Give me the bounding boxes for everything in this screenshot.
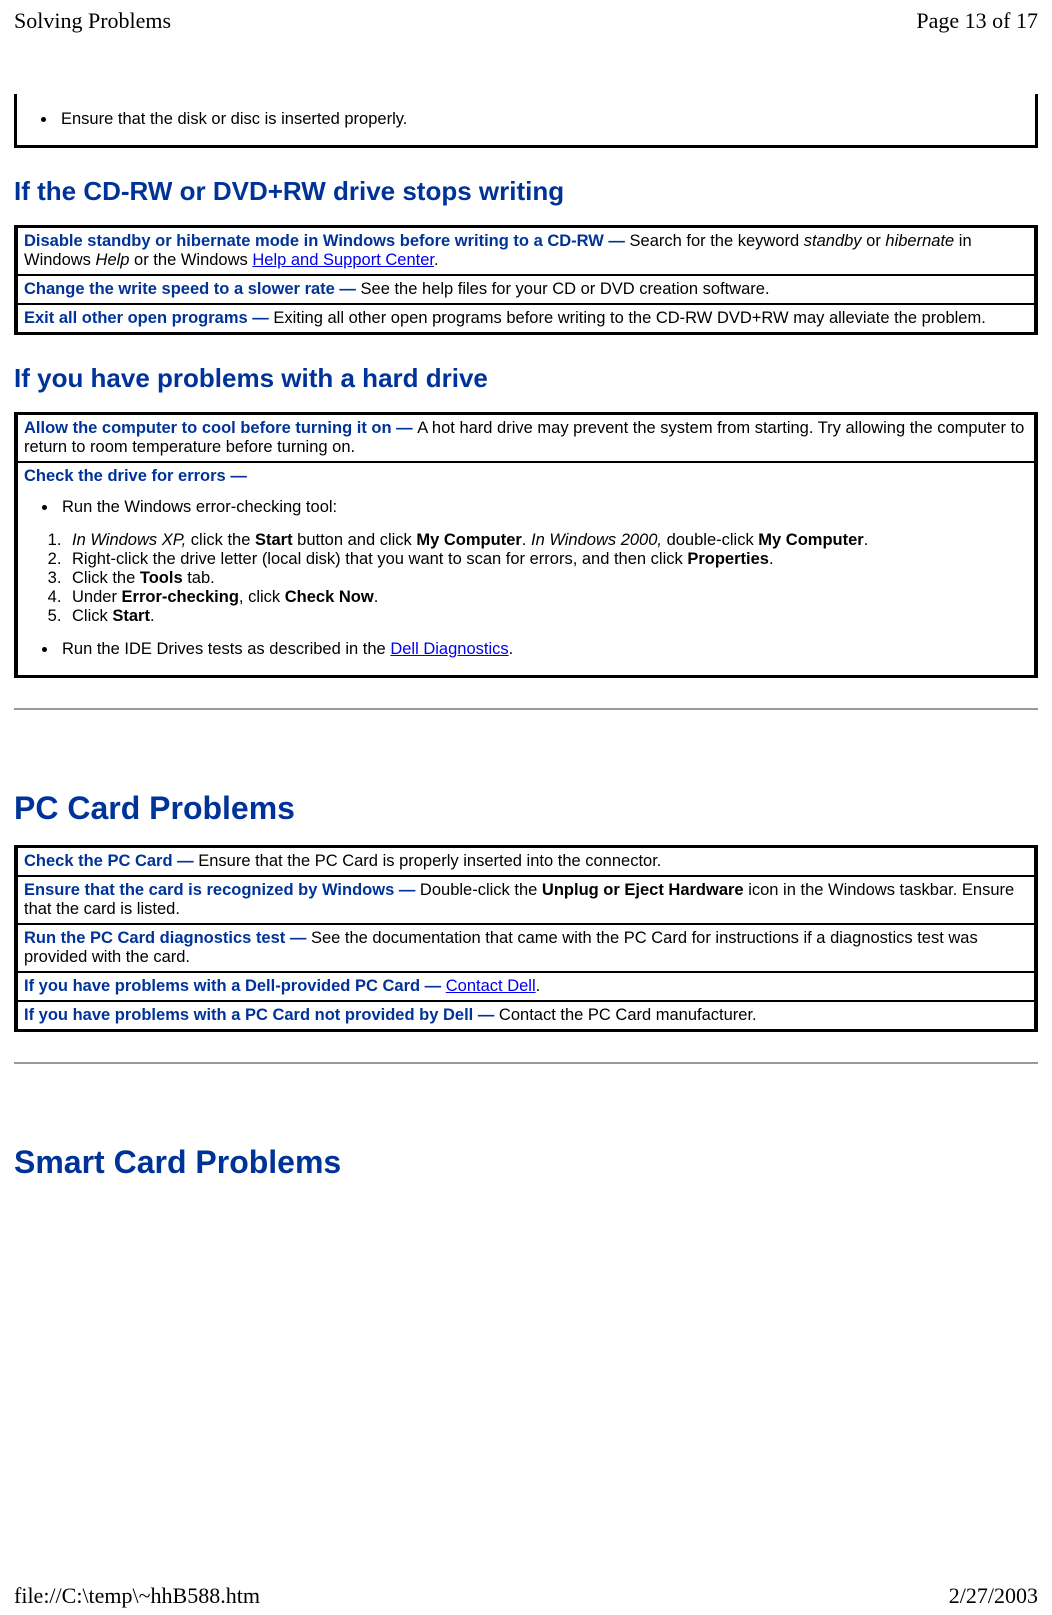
cell: Change the write speed to a slower rate …: [17, 275, 1035, 304]
box-hdd: Allow the computer to cool before turnin…: [14, 412, 1038, 678]
bold-text: Start: [255, 531, 293, 549]
body-text: .: [434, 251, 439, 269]
separator: [14, 1062, 1038, 1064]
cell: If you have problems with a Dell-provide…: [17, 972, 1035, 1001]
footer-path: file://C:\temp\~hhB588.htm: [14, 1583, 260, 1609]
lead-text: Check the drive for errors —: [24, 467, 247, 485]
separator: [14, 708, 1038, 710]
cell: Allow the computer to cool before turnin…: [17, 415, 1035, 462]
list-item: Under Error-checking, click Check Now.: [66, 588, 1028, 607]
header-title: Solving Problems: [14, 8, 171, 34]
bold-text: Tools: [140, 569, 183, 587]
body-text: .: [509, 640, 514, 658]
list-item: Run the IDE Drives tests as described in…: [58, 640, 1028, 659]
bold-text: Start: [112, 607, 150, 625]
ordered-list: In Windows XP, click the Start button an…: [24, 531, 1028, 626]
cell: Run the PC Card diagnostics test — See t…: [17, 924, 1035, 972]
link-dell-diagnostics[interactable]: Dell Diagnostics: [390, 640, 508, 658]
heading-pccard: PC Card Problems: [14, 790, 1038, 827]
lead-text: Ensure that the card is recognized by Wi…: [24, 881, 420, 899]
body-text: Right-click the drive letter (local disk…: [72, 550, 687, 568]
italic-text: In Windows XP,: [72, 531, 186, 549]
lead-text: Exit all other open programs —: [24, 309, 273, 327]
body-text: or: [862, 232, 886, 250]
body-text: click the: [186, 531, 255, 549]
cell: Exit all other open programs — Exiting a…: [17, 304, 1035, 332]
cell: Check the PC Card — Ensure that the PC C…: [17, 848, 1035, 876]
body-text: .: [769, 550, 774, 568]
lead-text: If you have problems with a PC Card not …: [24, 1006, 499, 1024]
lead-text: Check the PC Card —: [24, 852, 198, 870]
box-pccard: Check the PC Card — Ensure that the PC C…: [14, 845, 1038, 1032]
body-text: .: [536, 977, 541, 995]
body-text: Exiting all other open programs before w…: [273, 309, 985, 327]
body-text: button and click: [293, 531, 417, 549]
list-item: Ensure that the disk or disc is inserted…: [57, 110, 1029, 129]
lead-text: Change the write speed to a slower rate …: [24, 280, 361, 298]
body-text: .: [374, 588, 379, 606]
cell: If you have problems with a PC Card not …: [17, 1001, 1035, 1029]
body-text: Ensure that the PC Card is properly inse…: [198, 852, 661, 870]
cell: Ensure that the card is recognized by Wi…: [17, 876, 1035, 924]
bold-text: Error-checking: [122, 588, 239, 606]
body-text: .: [150, 607, 155, 625]
body-text: Click the: [72, 569, 140, 587]
body-text: Contact the PC Card manufacturer.: [499, 1006, 757, 1024]
box-cdrw: Disable standby or hibernate mode in Win…: [14, 225, 1038, 335]
link-help-center[interactable]: Help and Support Center: [252, 251, 434, 269]
italic-text: In Windows 2000,: [531, 531, 662, 549]
italic-text: Help: [96, 251, 130, 269]
list-item: Run the Windows error-checking tool:: [58, 498, 1028, 517]
heading-hdd: If you have problems with a hard drive: [14, 363, 1038, 394]
body-text: Double-click the: [420, 881, 542, 899]
italic-text: standby: [804, 232, 862, 250]
bold-text: Check Now: [285, 588, 374, 606]
body-text: .: [522, 531, 531, 549]
page-header: Solving Problems Page 13 of 17: [14, 8, 1038, 34]
bold-text: Properties: [687, 550, 769, 568]
list-item: Right-click the drive letter (local disk…: [66, 550, 1028, 569]
bullet-list: Run the IDE Drives tests as described in…: [24, 640, 1028, 659]
page-footer: file://C:\temp\~hhB588.htm 2/27/2003: [14, 1583, 1038, 1609]
lead-text: Run the PC Card diagnostics test —: [24, 929, 311, 947]
header-pageinfo: Page 13 of 17: [916, 8, 1038, 34]
body-text: or the Windows: [129, 251, 252, 269]
body-text: double-click: [662, 531, 758, 549]
body-text: Click: [72, 607, 112, 625]
bold-text: My Computer: [758, 531, 863, 549]
bullet-text: Run the Windows error-checking tool:: [62, 498, 337, 516]
list-item: Click Start.: [66, 607, 1028, 626]
heading-smartcard: Smart Card Problems: [14, 1144, 1038, 1181]
cell: Check the drive for errors — Run the Win…: [17, 462, 1035, 675]
body-text: , click: [239, 588, 285, 606]
body-text: Under: [72, 588, 122, 606]
bullet-list: Ensure that the disk or disc is inserted…: [23, 110, 1029, 129]
bullet-text: Run the IDE Drives tests as described in…: [62, 640, 390, 658]
bullet-list: Run the Windows error-checking tool:: [24, 498, 1028, 517]
footer-date: 2/27/2003: [949, 1583, 1038, 1609]
body-text: tab.: [183, 569, 215, 587]
list-item: In Windows XP, click the Start button an…: [66, 531, 1028, 550]
box-partial-top: Ensure that the disk or disc is inserted…: [14, 94, 1038, 148]
lead-text: Allow the computer to cool before turnin…: [24, 419, 417, 437]
heading-cdrw: If the CD-RW or DVD+RW drive stops writi…: [14, 176, 1038, 207]
body-text: Search for the keyword: [630, 232, 804, 250]
link-contact-dell[interactable]: Contact Dell: [446, 977, 536, 995]
bullet-text: Ensure that the disk or disc is inserted…: [61, 110, 407, 128]
body-text: .: [864, 531, 869, 549]
italic-text: hibernate: [885, 232, 954, 250]
body-text: See the help files for your CD or DVD cr…: [361, 280, 770, 298]
list-item: Click the Tools tab.: [66, 569, 1028, 588]
cell: Disable standby or hibernate mode in Win…: [17, 228, 1035, 275]
bold-text: Unplug or Eject Hardware: [542, 881, 744, 899]
lead-text: Disable standby or hibernate mode in Win…: [24, 232, 630, 250]
lead-text: If you have problems with a Dell-provide…: [24, 977, 446, 995]
bold-text: My Computer: [416, 531, 521, 549]
